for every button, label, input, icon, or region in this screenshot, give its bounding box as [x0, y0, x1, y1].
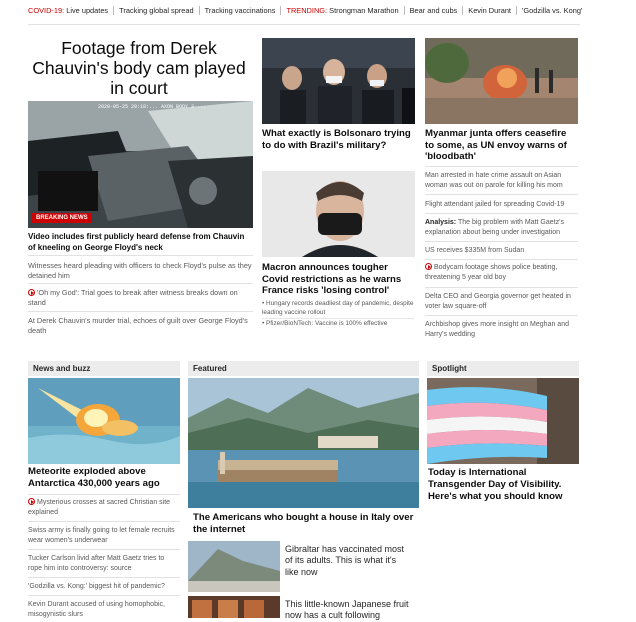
macron-headline[interactable]: Macron announces tougher Covid restricti…	[262, 262, 414, 297]
japanese-fruit-image[interactable]	[188, 596, 280, 618]
col3-list-item-5[interactable]: Bodycam footage shows police beating, th…	[425, 263, 578, 282]
meteorite-photo	[28, 378, 180, 464]
trending-link-bear[interactable]: Bear and cubs	[410, 6, 458, 15]
transgender-flag-photo	[427, 378, 579, 464]
macron-bullet-2[interactable]: • Pfizer/BioNTech: Vaccine is 100% effec…	[262, 320, 414, 329]
analysis-label: Analysis:	[425, 219, 457, 226]
buzz-list-item-3[interactable]: Tucker Carlson livid after Matt Gaetz tr…	[28, 554, 180, 573]
gibraltar-image[interactable]	[188, 541, 280, 592]
play-icon	[28, 289, 35, 296]
covid-link-tracking-spread[interactable]: Tracking global spread	[119, 6, 194, 15]
play-icon	[425, 263, 432, 270]
top-nav-bar: COVID-19: Live updates Tracking global s…	[28, 4, 582, 16]
divider	[198, 5, 200, 15]
bolsonaro-headline[interactable]: What exactly is Bolsonaro trying to do w…	[262, 128, 412, 151]
featured-label: Featured	[188, 361, 419, 376]
trending-link-strongman[interactable]: Strongman Marathon	[329, 6, 398, 15]
italy-lake-photo	[188, 378, 419, 508]
gibraltar-photo	[188, 541, 280, 592]
divider	[28, 255, 253, 256]
myanmar-image[interactable]	[425, 38, 578, 124]
col3-list-item-2[interactable]: Flight attendant jailed for spreading Co…	[425, 200, 578, 210]
bolsonaro-photo	[262, 38, 415, 124]
divider	[403, 5, 405, 15]
trending-link-durant[interactable]: Kevin Durant	[468, 6, 511, 15]
lead-video-still[interactable]: 2020-05-25 20:18:... AXON BODY 3 ... BRE…	[28, 101, 253, 228]
macron-image[interactable]	[262, 171, 415, 257]
lead-related-3[interactable]: At Derek Chauvin's murder trial, echoes …	[28, 316, 253, 335]
macron-photo	[262, 171, 415, 257]
divider	[425, 287, 578, 288]
gibraltar-headline[interactable]: Gibraltar has vaccinated most of its adu…	[285, 544, 405, 578]
buzz-list-item-5[interactable]: Kevin Durant accused of using homophobic…	[28, 600, 180, 619]
col3-list-item-6[interactable]: Delta CEO and Georgia governor get heate…	[425, 292, 578, 311]
myanmar-headline[interactable]: Myanmar junta offers ceasefire to some, …	[425, 128, 578, 163]
divider	[516, 5, 517, 15]
spotlight-label: Spotlight	[427, 361, 579, 376]
divider	[28, 494, 180, 495]
divider	[28, 283, 253, 284]
col3-list-item-7[interactable]: Archbishop gives more insight on Meghan …	[425, 320, 578, 339]
divider	[28, 311, 253, 312]
col3-list-item-3[interactable]: Analysis: The big problem with Matt Gaet…	[425, 218, 578, 237]
fruit-photo	[188, 596, 280, 618]
meteorite-headline[interactable]: Meteorite exploded above Antarctica 430,…	[28, 466, 180, 490]
bolsonaro-image[interactable]	[262, 38, 415, 124]
macron-bullet-1-text: Hungary records deadliest day of pandemi…	[262, 300, 414, 316]
divider	[425, 259, 578, 260]
divider	[28, 577, 180, 578]
covid-link-tracking-vaccinations[interactable]: Tracking vaccinations	[205, 6, 276, 15]
covid-link-live-updates[interactable]: Live updates	[66, 6, 108, 15]
buzz-list-item-1[interactable]: Mysterious crosses at sacred Christian s…	[28, 498, 180, 517]
italy-headline[interactable]: The Americans who bought a house in Ital…	[193, 512, 415, 536]
divider	[425, 241, 578, 242]
divider	[280, 5, 282, 15]
macron-bullet-1[interactable]: • Hungary records deadliest day of pande…	[262, 300, 414, 320]
transgender-flag-image[interactable]	[427, 378, 579, 464]
col3-list-item-1[interactable]: Man arrested in hate crime assault on As…	[425, 171, 578, 190]
divider	[425, 213, 578, 214]
bodycam-image	[28, 101, 253, 228]
trending-label: TRENDING:	[286, 5, 328, 15]
lead-related-2-text: 'Oh my God': Trial goes to break after w…	[28, 288, 238, 307]
lead-related-1[interactable]: Witnesses heard pleading with officers t…	[28, 261, 253, 280]
trending-link-godzilla[interactable]: 'Godzilla vs. Kong'	[522, 6, 582, 15]
lead-caption[interactable]: Video includes first publicly heard defe…	[28, 232, 254, 253]
lead-headline[interactable]: Footage from Derek Chauvin's body cam pl…	[30, 38, 248, 98]
italy-image[interactable]	[188, 378, 419, 508]
divider	[28, 521, 180, 522]
meteorite-image[interactable]	[28, 378, 180, 464]
buzz-list-item-4[interactable]: 'Godzilla vs. Kong:' biggest hit of pand…	[28, 582, 180, 592]
divider	[28, 549, 180, 550]
divider	[28, 595, 180, 596]
japanese-fruit-headline[interactable]: This little-known Japanese fruit now has…	[285, 599, 415, 622]
divider	[425, 194, 578, 195]
col3-list-item-4[interactable]: US receives $335M from Sudan	[425, 246, 578, 256]
top-divider	[28, 24, 580, 25]
divider	[113, 5, 115, 15]
divider	[462, 5, 464, 15]
col3-list-item-5-text: Bodycam footage shows police beating, th…	[425, 264, 558, 281]
play-icon	[28, 498, 35, 505]
buzz-list-item-1-text: Mysterious crosses at sacred Christian s…	[28, 499, 171, 516]
divider	[425, 315, 578, 316]
breaking-news-badge: BREAKING NEWS	[32, 213, 92, 223]
divider	[425, 166, 578, 167]
buzz-list-item-2[interactable]: Swiss army is finally going to let femal…	[28, 526, 180, 545]
myanmar-photo	[425, 38, 578, 124]
lead-related-2[interactable]: 'Oh my God': Trial goes to break after w…	[28, 288, 253, 307]
video-timestamp: 2020-05-25 20:18:... AXON BODY 3 ...	[98, 104, 207, 110]
macron-bullet-2-text: Pfizer/BioNTech: Vaccine is 100% effecti…	[266, 320, 388, 327]
spotlight-headline[interactable]: Today is International Transgender Day o…	[428, 467, 578, 503]
news-and-buzz-label: News and buzz	[28, 361, 180, 376]
covid-label: COVID-19:	[28, 5, 65, 15]
